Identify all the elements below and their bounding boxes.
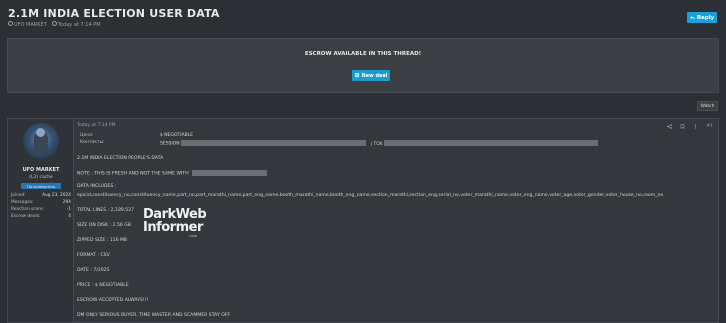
stat-joined: Joined: Aug 23, 2024 xyxy=(11,193,71,198)
post-line-format: FORMAT : CSV xyxy=(77,253,110,258)
post-line-size: SIZE ON DISK : 2.56 GB xyxy=(77,223,131,228)
redacted-session xyxy=(181,140,367,146)
post-line-note: NOTE : THIS IS FRESH AND NOT THE SAME WI… xyxy=(77,170,268,177)
user-stats: Joined: Aug 23, 2024 Messages: 294 Reactio… xyxy=(11,192,71,220)
stat-escrow-deals: Escrow deals: 4 xyxy=(11,214,71,219)
new-deal-button[interactable]: ⊞ New deal xyxy=(352,70,390,81)
bookmark-icon[interactable] xyxy=(680,124,685,129)
stat-reaction-score: Reaction score: -1 xyxy=(11,207,71,212)
thread-title: 2.1M INDIA ELECTION USER DATA xyxy=(8,7,220,20)
plus-icon: ⊞ xyxy=(354,71,360,79)
clock-icon xyxy=(51,21,57,26)
price-value: $ NEGOTIABLE xyxy=(160,133,194,138)
post-line-zipped: ZIPPED SIZE : 116 MB xyxy=(77,238,128,243)
post: UFO MARKET (L3) cache Пользователь Joine… xyxy=(7,118,719,323)
reply-icon xyxy=(689,16,695,20)
more-options-icon[interactable] xyxy=(693,124,698,129)
post-line-fields: epicid,constituency_no,constituency_name… xyxy=(77,193,664,198)
stat-messages: Messages: 294 xyxy=(11,200,71,205)
post-actions: #1 xyxy=(667,124,713,129)
redacted-tox xyxy=(384,140,599,146)
post-line-date: DATE : 7/2025 xyxy=(77,268,110,273)
escrow-panel: ESCROW AVAILABLE IN THIS THREAD! ⊞ New d… xyxy=(7,38,719,93)
post-line-total-lines: TOTAL LINES : 2,189,527 xyxy=(77,208,135,213)
author-link[interactable]: UFO MARKET xyxy=(8,21,47,28)
price-field: Цена: $ NEGOTIABLE xyxy=(80,133,194,138)
user-title: (L3) cache xyxy=(29,175,53,180)
reply-button[interactable]: Reply xyxy=(687,12,717,23)
user-icon xyxy=(8,21,13,26)
username[interactable]: UFO MARKET xyxy=(8,167,74,173)
watermark-logo: DarkWeb Informer .com xyxy=(143,207,207,238)
avatar[interactable] xyxy=(23,123,59,159)
escrow-notice: ESCROW AVAILABLE IN THIS THREAD! xyxy=(304,51,422,57)
contacts-value: SESSION | TOX xyxy=(160,140,599,147)
post-date[interactable]: Today at 7:14 PM xyxy=(77,123,116,128)
post-line-escrow: ESCROW ACCEPTED ALWAYS!!! xyxy=(77,298,149,303)
message-body: Today at 7:14 PM #1 Цена: $ NEGOTIABLE К… xyxy=(77,119,718,322)
redacted-note xyxy=(192,170,268,176)
post-line-data-includes: DATA INCLUDES : xyxy=(77,184,117,189)
post-line-price: PRICE : $ NEGOTIABLE xyxy=(77,283,129,288)
user-sidebar: UFO MARKET (L3) cache Пользователь Joine… xyxy=(8,119,74,322)
user-banner: Пользователь xyxy=(21,183,61,189)
post-line-title: 2.1M INDIA ELECTION PEOPLE'S DATA xyxy=(77,156,164,161)
watch-button[interactable]: Watch xyxy=(697,101,718,111)
post-line-dm: DM ONLY SERIOUS BUYER, TIME WASTER AND S… xyxy=(77,313,231,318)
post-number[interactable]: #1 xyxy=(706,124,713,129)
thread-meta: UFO MARKET Today at 7:14 PM xyxy=(8,21,101,28)
share-icon[interactable] xyxy=(667,124,673,129)
contacts-field: Контакты: SESSION | TOX xyxy=(80,140,640,147)
avatar-head xyxy=(36,128,45,137)
thread-date[interactable]: Today at 7:14 PM xyxy=(51,21,101,28)
